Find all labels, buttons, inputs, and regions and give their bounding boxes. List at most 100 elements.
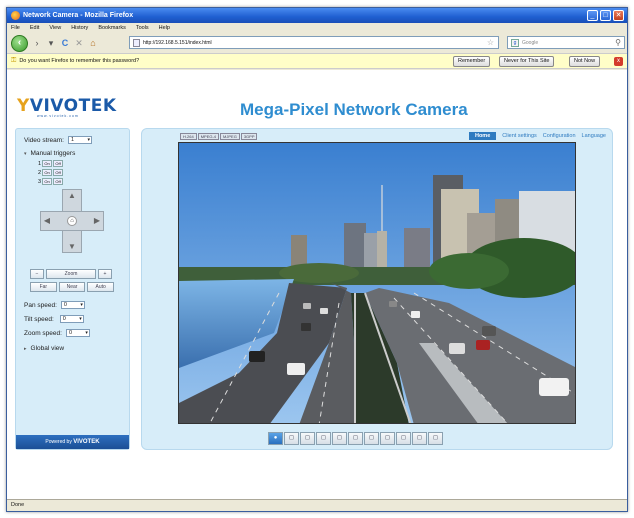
page-icon [133, 38, 140, 47]
menu-tools[interactable]: Tools [136, 25, 149, 31]
menu-file[interactable]: File [11, 25, 20, 31]
tilt-speed-select[interactable]: 0 [59, 315, 84, 323]
live-video-view[interactable] [178, 142, 576, 424]
home-link[interactable]: Home [468, 132, 497, 140]
tilt-speed-label: Tilt speed: [24, 315, 54, 323]
pan-left-icon[interactable]: ◀ [42, 216, 52, 225]
control-button-10[interactable]: ◻ [412, 432, 427, 445]
control-button-7[interactable]: ◻ [364, 432, 379, 445]
video-stream-label: Video stream: [24, 136, 64, 144]
menu-bar: File Edit View History Bookmarks Tools H… [7, 23, 627, 33]
control-button-6[interactable]: ◻ [348, 432, 363, 445]
reload-icon[interactable]: C [60, 37, 70, 49]
client-settings-link[interactable]: Client settings [502, 133, 537, 139]
search-bar[interactable]: g Google ⚲ [507, 36, 625, 49]
snapshot-button[interactable]: ● [268, 432, 283, 445]
bookmark-star-icon[interactable]: ☆ [487, 38, 494, 47]
trigger-row: 1 On Off [38, 160, 64, 167]
configuration-link[interactable]: Configuration [543, 133, 576, 139]
trigger-row: 2 On Off [38, 169, 64, 176]
menu-help[interactable]: Help [159, 25, 170, 31]
trigger-number: 3 [38, 178, 42, 185]
close-window-button[interactable]: ✕ [613, 10, 624, 21]
search-input[interactable]: Google [522, 40, 538, 46]
trigger-on-button[interactable]: On [42, 169, 53, 176]
focus-auto-button[interactable]: Auto [87, 282, 115, 292]
stop-icon[interactable]: ✕ [74, 37, 84, 49]
pan-speed-label: Pan speed: [24, 301, 57, 309]
key-icon: ⚿ [11, 57, 17, 64]
url-text: http://192.168.5.151/index.html [143, 39, 212, 46]
not-now-button[interactable]: Not Now [569, 56, 601, 67]
powered-by-banner: Powered by VIVOTEK [16, 435, 129, 449]
logo-url: www.vivotek.com [37, 114, 79, 118]
dropdown-icon[interactable]: ▾ [46, 37, 56, 49]
zoom-speed-select[interactable]: 0 [65, 329, 90, 337]
minimize-button[interactable]: _ [587, 10, 598, 21]
control-button-8[interactable]: ◻ [380, 432, 395, 445]
zoom-out-button[interactable]: − [30, 269, 44, 279]
trigger-number: 2 [38, 169, 42, 176]
page-content: YVIVOTEK www.vivotek.com Mega-Pixel Netw… [7, 70, 627, 500]
control-button-4[interactable]: ◻ [316, 432, 331, 445]
format-h264-button[interactable]: H.264 [180, 133, 197, 140]
trigger-on-button[interactable]: On [42, 160, 53, 167]
menu-history[interactable]: History [71, 25, 88, 31]
browser-window: Network Camera - Mozilla Firefox _ □ ✕ F… [6, 7, 628, 512]
url-bar[interactable]: http://192.168.5.151/index.html ☆ [129, 36, 499, 49]
zoom-label: Zoom [46, 269, 96, 279]
trigger-off-button[interactable]: Off [53, 178, 64, 185]
maximize-button[interactable]: □ [600, 10, 611, 21]
window-title: Network Camera - Mozilla Firefox [23, 12, 134, 19]
stream-format-row: H.264 MPEG-4 MJPEG 3GPP [180, 133, 258, 140]
powered-brand: VIVOTEK [73, 439, 100, 445]
password-notification-bar: ⚿ Do you want Firefox to remember this p… [7, 53, 627, 69]
search-icon[interactable]: ⚲ [615, 38, 621, 47]
format-mjpeg-button[interactable]: MJPEG [220, 133, 240, 140]
pan-speed-row: Pan speed: 0 [24, 301, 85, 309]
control-button-3[interactable]: ◻ [300, 432, 315, 445]
page-title: Mega-Pixel Network Camera [240, 100, 468, 119]
language-link[interactable]: Language [582, 133, 606, 139]
notification-close-icon[interactable]: x [614, 57, 623, 66]
trigger-on-button[interactable]: On [42, 178, 53, 185]
top-navigation: Home Client settings Configuration Langu… [468, 132, 606, 140]
global-view-row[interactable]: ▸ Global view [24, 345, 64, 352]
menu-bookmarks[interactable]: Bookmarks [98, 25, 126, 31]
ptz-pad: ▲ ▼ ◀ ▶ ⌂ [40, 189, 104, 253]
trigger-row: 3 On Off [38, 178, 64, 185]
pan-speed-select[interactable]: 0 [60, 301, 85, 309]
tilt-down-icon[interactable]: ▼ [67, 242, 77, 251]
video-stream-select[interactable]: 1 [67, 136, 92, 144]
menu-view[interactable]: View [49, 25, 61, 31]
tilt-up-icon[interactable]: ▲ [67, 191, 77, 200]
chevron-right-icon: ▸ [24, 345, 27, 352]
ptz-home-icon[interactable]: ⌂ [67, 216, 77, 226]
remember-button[interactable]: Remember [453, 56, 491, 67]
search-engine-icon[interactable]: g [511, 38, 519, 47]
control-button-9[interactable]: ◻ [396, 432, 411, 445]
zoom-in-button[interactable]: + [98, 269, 112, 279]
tilt-speed-row: Tilt speed: 0 [24, 315, 84, 323]
home-icon[interactable]: ⌂ [88, 37, 98, 49]
control-button-5[interactable]: ◻ [332, 432, 347, 445]
zoom-speed-label: Zoom speed: [24, 329, 62, 337]
forward-button[interactable]: › [32, 37, 42, 49]
never-for-site-button[interactable]: Never for This Site [499, 56, 555, 67]
zoom-controls: − Zoom + [30, 269, 114, 279]
menu-edit[interactable]: Edit [30, 25, 39, 31]
format-3gpp-button[interactable]: 3GPP [240, 133, 258, 140]
global-view-label: Global view [30, 345, 65, 352]
pan-right-icon[interactable]: ▶ [92, 216, 102, 225]
trigger-off-button[interactable]: Off [53, 160, 64, 167]
focus-far-button[interactable]: Far [30, 282, 57, 292]
focus-near-button[interactable]: Near [58, 282, 86, 292]
video-control-buttons: ● ◻ ◻ ◻ ◻ ◻ ◻ ◻ ◻ ◻ ◻ [268, 432, 443, 445]
manual-triggers-row[interactable]: ▾ Manual triggers [24, 150, 75, 157]
back-button[interactable]: ‹ [11, 34, 28, 52]
format-mpeg4-button[interactable]: MPEG-4 [197, 133, 220, 140]
video-panel: H.264 MPEG-4 MJPEG 3GPP Home Client sett… [141, 128, 613, 450]
trigger-off-button[interactable]: Off [53, 169, 64, 176]
control-button-11[interactable]: ◻ [428, 432, 443, 445]
control-button-2[interactable]: ◻ [284, 432, 299, 445]
